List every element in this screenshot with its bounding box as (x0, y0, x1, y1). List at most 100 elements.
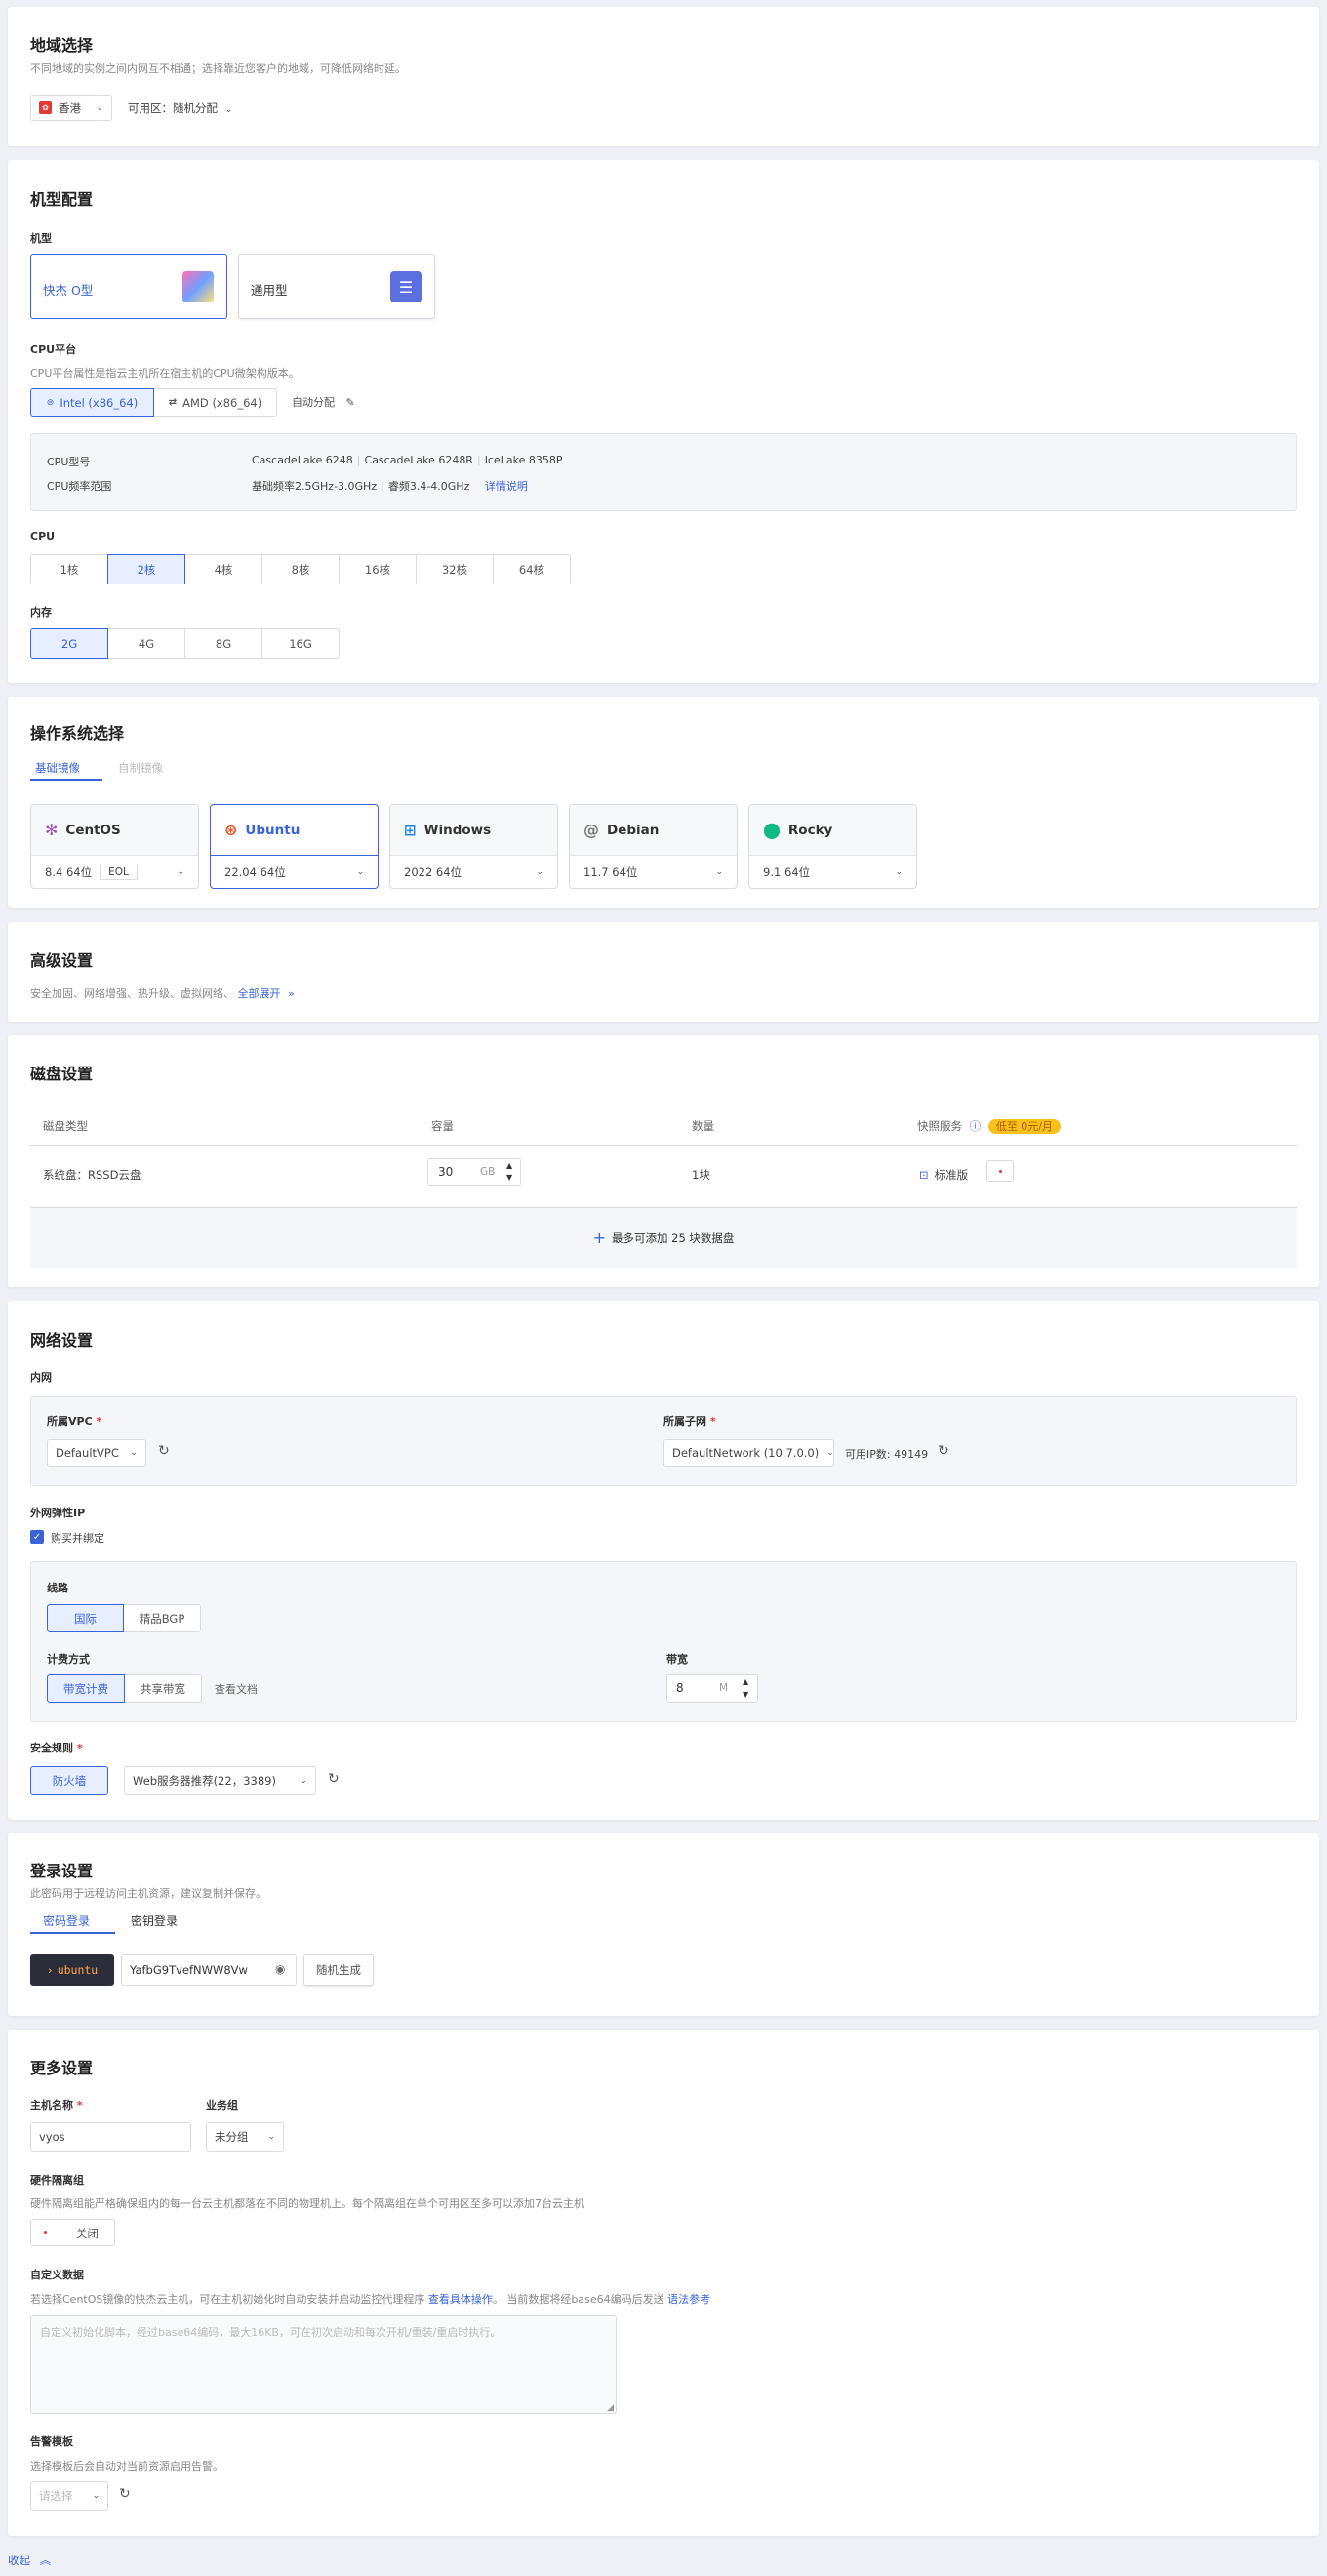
auto-assign[interactable]: 自动分配 ✎ (292, 394, 355, 410)
intranet-label: 内网 (30, 1371, 52, 1384)
cpu-option[interactable]: 8核 (261, 554, 340, 584)
chevron-down-icon[interactable]: ⌄ (528, 867, 543, 877)
capacity-stepper[interactable]: 30 GB ▲ ▼ (427, 1158, 521, 1186)
bandwidth-stepper[interactable]: 8 M ▲ ▼ (666, 1674, 758, 1703)
isolation-label: 硬件隔离组 (30, 2174, 84, 2187)
isolation-toggle[interactable]: 关闭 (30, 2219, 115, 2246)
cpu-option[interactable]: 1核 (30, 554, 108, 584)
alert-select[interactable]: 请选择 ⌄ (30, 2481, 108, 2511)
syntax-ref-link[interactable]: 语法参考 (667, 2293, 710, 2306)
platform-intel[interactable]: ⊜ Intel (x86_64) (30, 388, 154, 417)
stepper-down-icon[interactable]: ▼ (506, 1173, 512, 1182)
os-version: 2022 64位 (404, 865, 462, 879)
os-card-ubuntu[interactable]: ⊛ Ubuntu 22.04 64位 ⌄ (210, 804, 379, 889)
stepper-down-icon[interactable]: ▼ (743, 1690, 748, 1699)
type-card-kuaijie[interactable]: 快杰 O型 (30, 254, 227, 319)
capacity-value[interactable]: 30 (438, 1165, 453, 1179)
zone-select[interactable]: 可用区：随机分配 ⌄ (128, 101, 232, 116)
line-option[interactable]: 国际 (47, 1604, 124, 1632)
expand-all-link[interactable]: 全部展开 (238, 987, 281, 1000)
detail-link[interactable]: 详情说明 (485, 480, 528, 493)
tab-password-login[interactable]: 密码登录 (43, 1912, 90, 1929)
price-badge: 低至 0元/月 (987, 1119, 1062, 1134)
userdata-desc: 若选择CentOS镜像的快杰云主机，可在主机初始化时自动安装并启动监控代理程序 … (30, 2293, 711, 2306)
firewall-rule-select[interactable]: Web服务器推荐(22，3389) ⌄ (124, 1766, 316, 1795)
bandwidth-unit: M (719, 1682, 729, 1694)
refresh-icon[interactable]: ↻ (119, 2486, 131, 2502)
advanced-desc: 安全加固、网络增强、热升级、虚拟网络、 全部展开 » (30, 987, 295, 1000)
collapse-button[interactable]: 收起 ︽ (8, 2553, 51, 2568)
stepper-up-icon[interactable]: ▲ (743, 1677, 748, 1686)
os-name: Ubuntu (245, 822, 301, 838)
help-icon[interactable]: ⓘ (970, 1119, 982, 1133)
region-select[interactable]: ✿ 香港 ⌄ (30, 95, 112, 121)
intranet-box: 所属VPC * DefaultVPC ⌄ ↻ 所属子网 * DefaultNetw… (30, 1396, 1297, 1486)
platform-amd[interactable]: ⇄ AMD (x86_64) (153, 388, 277, 417)
cpu-option[interactable]: 2核 (107, 554, 185, 584)
chevron-down-icon[interactable]: ⌄ (169, 867, 184, 877)
eip-box: 线路 国际 精品BGP 计费方式 带宽计费 共享带宽 查看文档 带宽 8 M ▲… (30, 1561, 1297, 1722)
cpu-option[interactable]: 64核 (493, 554, 571, 584)
cpu-option[interactable]: 16核 (339, 554, 417, 584)
vpc-label: 所属VPC * (47, 1415, 102, 1428)
add-data-disk-button[interactable]: + 最多可添加 25 块数据盘 (30, 1207, 1297, 1268)
type-card-general[interactable]: 通用型 ☰ (238, 254, 435, 319)
memory-option[interactable]: 4G (107, 628, 185, 659)
vpc-select[interactable]: DefaultVPC ⌄ (47, 1439, 146, 1467)
chevron-down-icon[interactable]: ⌄ (348, 867, 364, 877)
generate-password-button[interactable]: 随机生成 (303, 1954, 374, 1986)
tab-key-login[interactable]: 密钥登录 (131, 1912, 178, 1929)
eye-icon[interactable]: ◉ (275, 1962, 285, 1976)
os-card-rocky[interactable]: ⬤ Rocky 9.1 64位 ⌄ (748, 804, 917, 889)
line-label: 线路 (47, 1582, 68, 1594)
network-section: 网络设置 内网 所属VPC * DefaultVPC ⌄ ↻ 所属子网 * Def… (8, 1301, 1319, 1820)
refresh-icon[interactable]: ↻ (328, 1771, 340, 1787)
cpu-platform-group: ⊜ Intel (x86_64) ⇄ AMD (x86_64) (30, 388, 277, 417)
userdata-placeholder: 自定义初始化脚本，经过base64编码，最大16KB，可在初次启动和每次开机/重… (40, 2326, 502, 2339)
snapshot-toggle[interactable] (986, 1160, 1014, 1182)
chevron-down-icon[interactable]: ⌄ (707, 867, 723, 877)
firewall-button[interactable]: 防火墙 (30, 1766, 108, 1795)
chevron-down-icon[interactable]: ⌄ (887, 867, 903, 877)
refresh-icon[interactable]: ↻ (938, 1443, 949, 1459)
isolation-desc: 硬件隔离组能严格确保组内的每一台云主机都落在不同的物理机上。每个隔离组在单个可用… (30, 2197, 584, 2210)
cpu-freq-label: CPU频率范围 (47, 480, 112, 493)
section-title: 网络设置 (30, 1331, 94, 1349)
double-chevron-down-icon[interactable]: » (288, 987, 295, 1000)
doc-link[interactable]: 查看文档 (215, 1681, 258, 1697)
userdata-textarea[interactable]: 自定义初始化脚本，经过base64编码，最大16KB，可在初次启动和每次开机/重… (30, 2315, 617, 2414)
resize-handle-icon[interactable]: ◢ (607, 2403, 614, 2413)
bandwidth-label: 带宽 (666, 1653, 688, 1666)
memory-option[interactable]: 2G (30, 628, 108, 659)
tab-basic-image[interactable]: 基础镜像 (35, 760, 80, 776)
region-value: 香港 (59, 101, 81, 115)
memory-option[interactable]: 8G (184, 628, 262, 659)
memory-option[interactable]: 16G (261, 628, 340, 659)
alert-desc: 选择模板后会自动对当前资源启用告警。 (30, 2460, 223, 2473)
refresh-icon[interactable]: ↻ (158, 1443, 170, 1459)
cpu-option[interactable]: 32核 (416, 554, 494, 584)
tab-custom-image[interactable]: 自制镜像 (118, 760, 163, 776)
memory-group: 2G 4G 8G 16G (30, 628, 340, 659)
edit-icon: ✎ (345, 396, 355, 409)
advanced-section: 高级设置 安全加固、网络增强、热升级、虚拟网络、 全部展开 » (8, 922, 1319, 1022)
line-option[interactable]: 精品BGP (123, 1604, 201, 1632)
cpu-option[interactable]: 4核 (184, 554, 262, 584)
list-icon: ☰ (390, 271, 422, 302)
subnet-select[interactable]: DefaultNetwork (10.7.0.0) ⌄ (664, 1439, 834, 1467)
section-title: 机型配置 (30, 190, 94, 209)
group-select[interactable]: 未分组 ⌄ (206, 2122, 284, 2152)
eip-checkbox[interactable]: ✓ (30, 1530, 44, 1544)
view-steps-link[interactable]: 查看具体操作 (428, 2293, 493, 2306)
billing-option[interactable]: 共享带宽 (124, 1674, 202, 1703)
os-card-centos[interactable]: ✻ CentOS 8.4 64位 EOL ⌄ (30, 804, 199, 889)
os-card-windows[interactable]: ⊞ Windows 2022 64位 ⌄ (389, 804, 558, 889)
password-input[interactable]: YafbG9TvefNWW8Vw ◉ (121, 1954, 297, 1986)
stepper-up-icon[interactable]: ▲ (506, 1161, 512, 1170)
login-section: 登录设置 此密码用于远程访问主机资源，建议复制并保存。 密码登录 密钥登录 › u… (8, 1833, 1319, 2016)
password-value[interactable]: YafbG9TvefNWW8Vw (130, 1963, 248, 1977)
hostname-input[interactable]: vyos (30, 2122, 191, 2152)
billing-option[interactable]: 带宽计费 (47, 1674, 125, 1703)
bandwidth-value[interactable]: 8 (676, 1681, 684, 1695)
os-card-debian[interactable]: @ Debian 11.7 64位 ⌄ (569, 804, 738, 889)
